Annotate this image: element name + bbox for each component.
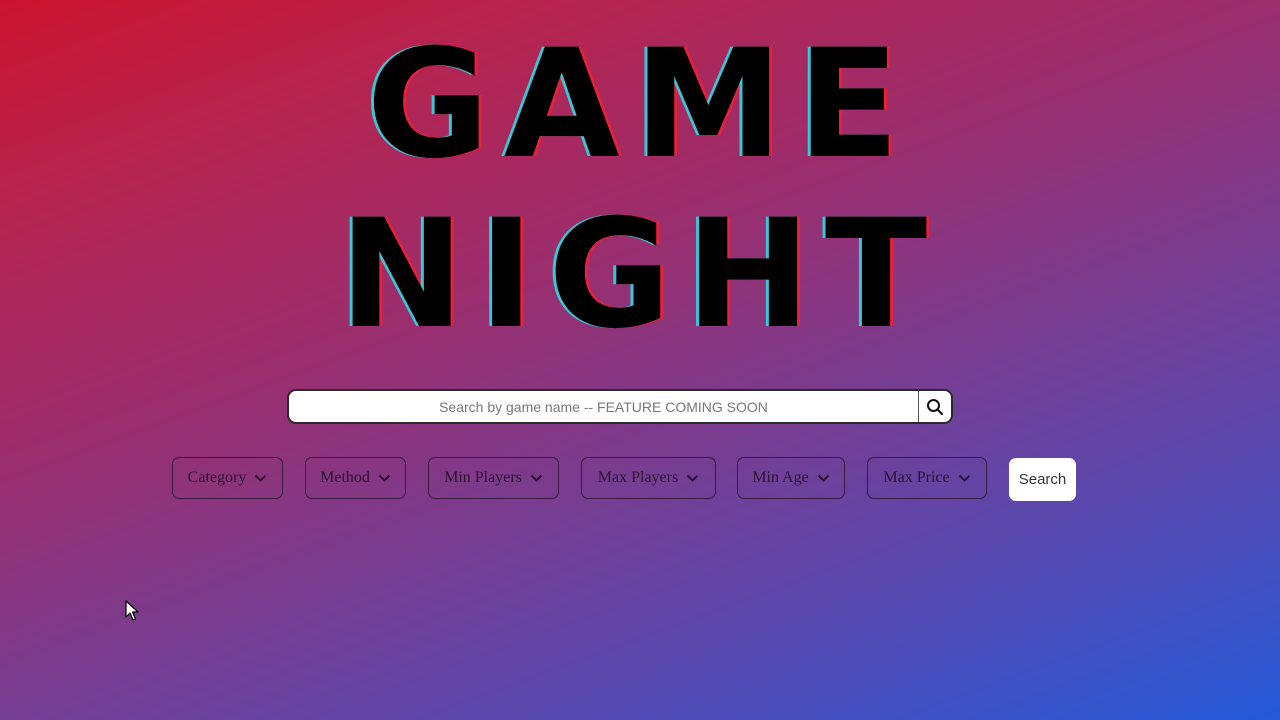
chevron-down-icon [255,474,267,482]
chevron-down-icon [687,474,699,482]
search-bar [287,389,953,424]
dropdown-label: Max Players [597,469,679,486]
search-input[interactable] [289,391,918,422]
dropdown-label: Category [187,469,247,486]
max-price-dropdown[interactable]: Max Price [867,457,987,499]
min-players-dropdown[interactable]: Min Players [428,457,559,499]
max-players-dropdown[interactable]: Max Players [581,457,716,499]
title-line-night: NIGHT [338,188,942,362]
filter-bar: Category Method Min Players Max Players … [0,457,1280,501]
category-dropdown[interactable]: Category [172,457,283,499]
min-age-dropdown[interactable]: Min Age [737,457,845,499]
chevron-down-icon [530,474,543,482]
search-icon-button[interactable] [918,391,951,422]
search-button[interactable]: Search [1009,458,1076,501]
dropdown-label: Min Players [444,469,522,486]
dropdown-label: Method [320,469,370,486]
chevron-down-icon [378,474,391,482]
method-dropdown[interactable]: Method [305,457,406,499]
search-icon [927,398,944,415]
chevron-down-icon [817,474,829,482]
dropdown-label: Max Price [883,469,950,486]
chevron-down-icon [958,474,970,482]
page-title: GAME NIGHT [0,20,1280,360]
mouse-pointer-icon [125,600,139,621]
title-line-game: GAME [366,18,914,192]
dropdown-label: Min Age [752,469,809,486]
